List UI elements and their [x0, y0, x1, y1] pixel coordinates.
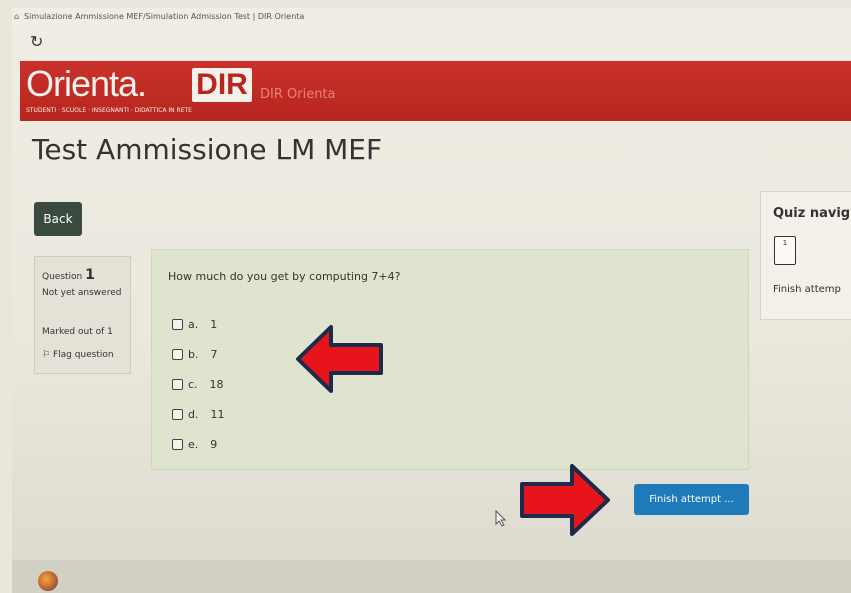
footer-strip [12, 560, 851, 593]
question-marks: Marked out of 1 [42, 327, 113, 337]
quiz-navigation-title: Quiz navig [773, 206, 851, 221]
question-number: Question 1 [42, 267, 95, 283]
finish-attempt-button[interactable]: Finish attempt ... [634, 484, 749, 515]
answer-checkbox[interactable] [172, 318, 183, 330]
reload-icon[interactable]: ↻ [30, 32, 43, 51]
tab-title[interactable]: Simulazione Ammissione MEF/Simulation Ad… [24, 12, 304, 21]
question-info-panel: Question 1 Not yet answered Marked out o… [34, 256, 131, 374]
quiz-nav-question-button[interactable]: 1 [774, 236, 796, 265]
answer-value: 7 [210, 347, 218, 361]
answer-letter: c. [188, 377, 198, 391]
site-header: Orienta. DIR STUDENTI · SCUOLE · INSEGNA… [20, 61, 851, 121]
back-button[interactable]: Back [34, 202, 82, 236]
answer-letter: a. [188, 317, 199, 331]
screen: ⌂ Simulazione Ammissione MEF/Simulation … [12, 8, 851, 593]
answer-letter: b. [188, 347, 199, 361]
logo-tagline: STUDENTI · SCUOLE · INSEGNANTI · DIDATTI… [26, 107, 192, 114]
os-logo-icon[interactable] [38, 571, 58, 591]
answer-option-d[interactable]: d. 11 [172, 399, 224, 429]
page-title: Test Ammissione LM MEF [32, 133, 383, 166]
home-icon: ⌂ [14, 12, 20, 21]
question-text: How much do you get by computing 7+4? [168, 270, 401, 283]
flag-question-link[interactable]: ⚐ Flag question [42, 350, 114, 360]
answer-letter: e. [188, 437, 199, 451]
site-name-link[interactable]: DIR Orienta [260, 87, 336, 102]
answer-list: a. 1 b. 7 c. 18 d. 11 e. 9 [172, 309, 224, 459]
logo-text[interactable]: Orienta. [26, 63, 147, 105]
answer-option-c[interactable]: c. 18 [172, 369, 224, 399]
question-label: Question [42, 272, 83, 282]
question-number-value: 1 [85, 267, 95, 283]
answer-checkbox[interactable] [172, 408, 183, 420]
answer-value: 1 [210, 317, 218, 331]
answer-value: 18 [209, 377, 224, 391]
logo-dir[interactable]: DIR [192, 68, 252, 102]
answer-value: 9 [210, 437, 218, 451]
finish-attempt-link[interactable]: Finish attemp [773, 284, 841, 295]
annotation-arrow-left [296, 325, 383, 393]
annotation-arrow-right [520, 464, 610, 536]
mouse-cursor-icon [495, 510, 507, 527]
answer-letter: d. [188, 407, 199, 421]
browser-tab-bar: ⌂ Simulazione Ammissione MEF/Simulation … [12, 8, 851, 28]
answer-value: 11 [210, 407, 225, 421]
question-box: How much do you get by computing 7+4? a.… [151, 249, 749, 470]
question-state: Not yet answered [42, 288, 122, 298]
answer-option-b[interactable]: b. 7 [172, 339, 224, 369]
quiz-navigation-panel: Quiz navig 1 Finish attemp [760, 191, 851, 320]
answer-checkbox[interactable] [172, 348, 183, 360]
answer-option-e[interactable]: e. 9 [172, 429, 224, 459]
answer-checkbox[interactable] [172, 438, 183, 450]
answer-checkbox[interactable] [172, 378, 183, 390]
flag-icon: ⚐ [42, 350, 51, 360]
flag-question-label: Flag question [52, 350, 114, 360]
answer-option-a[interactable]: a. 1 [172, 309, 224, 339]
